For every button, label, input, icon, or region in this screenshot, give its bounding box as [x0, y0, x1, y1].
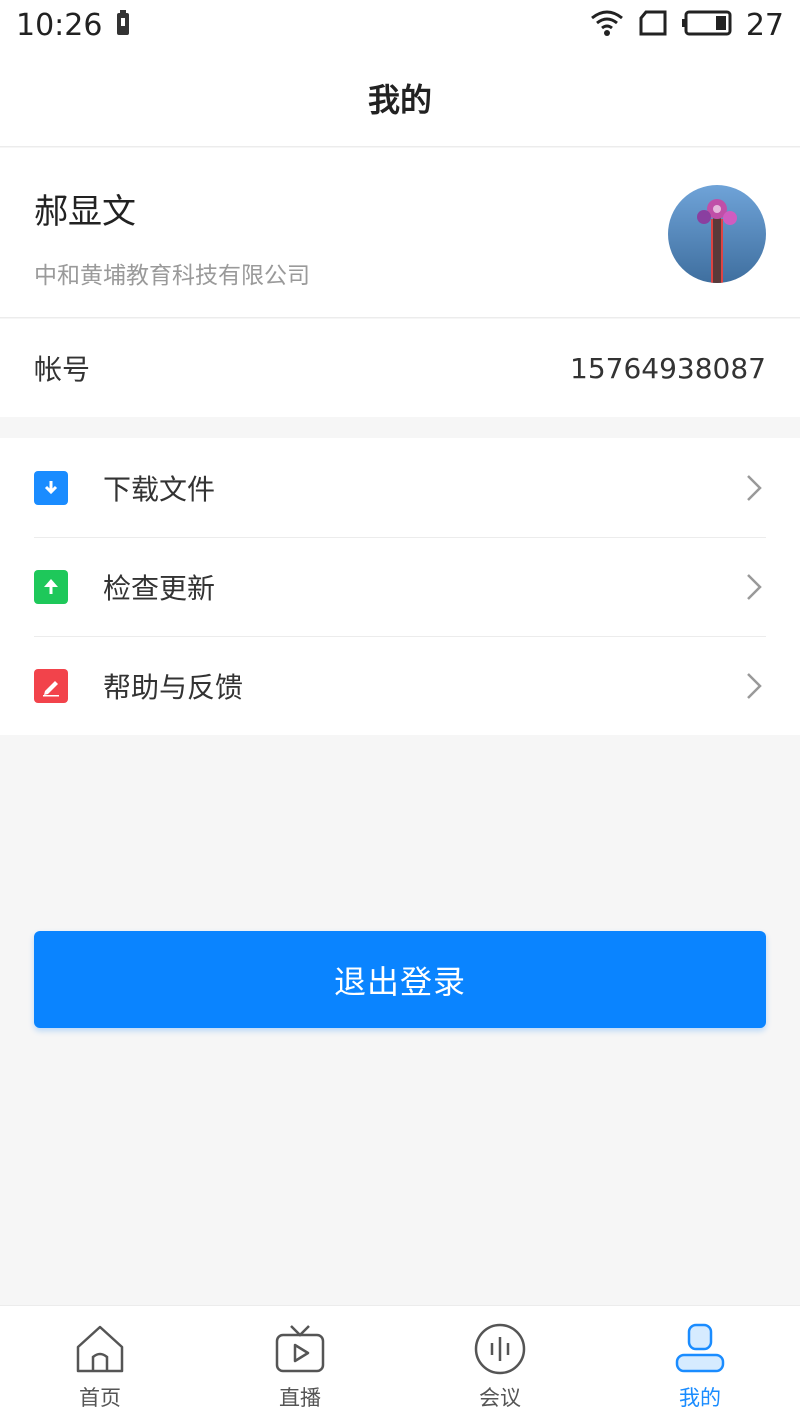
- menu-item-label: 检查更新: [103, 571, 216, 605]
- account-label: 帐号: [34, 353, 91, 386]
- meeting-wave-icon: [473, 1322, 527, 1376]
- user-icon: [673, 1322, 727, 1376]
- menu-item-download-files[interactable]: 下载文件: [0, 438, 800, 537]
- battery-charging-icon: [116, 10, 130, 40]
- menu-item-label: 帮助与反馈: [103, 670, 244, 704]
- tab-live[interactable]: 直播: [200, 1306, 400, 1422]
- account-value: 15764938087: [570, 351, 766, 385]
- upload-arrow-icon: [34, 569, 68, 604]
- chevron-right-icon: [742, 671, 766, 701]
- tab-label: 首页: [79, 1386, 121, 1410]
- header: 我的: [0, 50, 800, 147]
- user-name: 郝显文: [34, 192, 136, 232]
- profile-card[interactable]: 郝显文 中和黄埔教育科技有限公司: [0, 148, 800, 318]
- menu-item-label: 下载文件: [103, 472, 216, 506]
- tab-meeting[interactable]: 会议: [400, 1306, 600, 1422]
- logout-label: 退出登录: [333, 962, 466, 1001]
- user-company: 中和黄埔教育科技有限公司: [34, 263, 310, 289]
- status-time: 10:26: [16, 7, 103, 43]
- battery-icon: [681, 10, 732, 40]
- logout-button[interactable]: 退出登录: [34, 931, 766, 1028]
- home-icon: [73, 1322, 127, 1376]
- chevron-right-icon: [742, 473, 766, 503]
- tab-label: 会议: [479, 1386, 521, 1410]
- status-bar: 10:26 27: [0, 0, 800, 50]
- menu-item-check-update[interactable]: 检查更新: [0, 537, 800, 636]
- menu-item-help-feedback[interactable]: 帮助与反馈: [0, 636, 800, 735]
- tab-label: 我的: [679, 1386, 721, 1410]
- download-folder-icon: [34, 470, 68, 505]
- sim-card-icon: [638, 10, 668, 40]
- tv-play-icon: [273, 1322, 327, 1376]
- tab-label: 直播: [279, 1386, 321, 1410]
- settings-menu: 下载文件 检查更新 帮助与反馈: [0, 438, 800, 735]
- edit-pen-icon: [34, 668, 68, 703]
- chevron-right-icon: [742, 572, 766, 602]
- page-title: 我的: [367, 81, 432, 119]
- avatar[interactable]: [668, 185, 766, 283]
- tab-mine[interactable]: 我的: [600, 1306, 800, 1422]
- account-row: 帐号 15764938087: [0, 319, 800, 417]
- tab-home[interactable]: 首页: [0, 1306, 200, 1422]
- wifi-icon: [590, 9, 624, 41]
- battery-percent: 27: [745, 7, 784, 43]
- bottom-tab-bar: 首页 直播 会议 我的: [0, 1305, 800, 1422]
